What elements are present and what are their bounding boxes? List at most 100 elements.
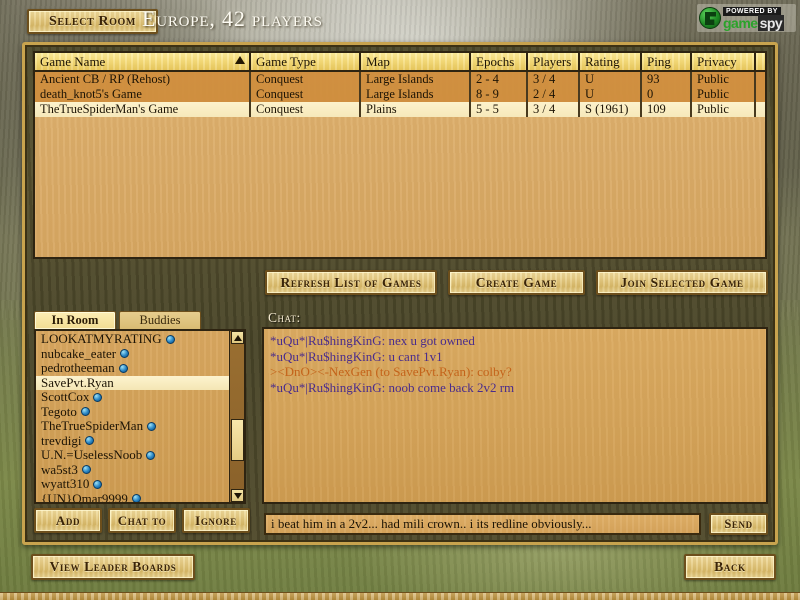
scrollbar-thumb[interactable] (231, 419, 244, 461)
cell-spacer (755, 71, 765, 87)
globe-icon (93, 479, 103, 489)
join-selected-game-button[interactable]: Join Selected Game (596, 270, 768, 295)
chat-to-button[interactable]: Chat to (108, 508, 176, 533)
cell-privacy: Public (691, 87, 756, 102)
chat-log[interactable]: *uQu*|Ru$hingKinG: nex u got owned *uQu*|… (262, 327, 768, 504)
column-label: Game Type (256, 53, 316, 69)
list-item[interactable]: {UN}Omar9999 (39, 490, 229, 504)
cell-ping: 109 (641, 102, 692, 117)
list-item[interactable]: TheTrueSpiderMan (39, 418, 229, 434)
column-header-epochs[interactable]: Epochs (470, 53, 528, 72)
player-panel-tabs: In Room Buddies (34, 311, 246, 329)
table-row[interactable]: Ancient CB / RP (Rehost) Conquest Large Is… (35, 71, 765, 87)
send-button[interactable]: Send (709, 513, 768, 535)
column-header-game-type[interactable]: Game Type (250, 53, 361, 72)
top-bar: Select Room Europe, 42 players POWERED B… (0, 0, 800, 40)
list-item[interactable]: wyatt310 (39, 476, 229, 492)
cell-rating: U (579, 71, 642, 87)
gamespy-brand-spy: spy (757, 14, 785, 31)
sort-ascending-icon (235, 56, 245, 64)
column-header-game-name[interactable]: Game Name (35, 53, 251, 72)
player-name: {UN}Omar9999 (41, 490, 128, 504)
column-header-ping[interactable]: Ping (641, 53, 692, 72)
select-room-button[interactable]: Select Room (27, 9, 158, 34)
game-list-body: Ancient CB / RP (Rehost) Conquest Large Is… (35, 71, 765, 117)
add-buddy-button[interactable]: Add (34, 508, 102, 533)
cell-map: Plains (360, 102, 471, 117)
game-lobby-screen: Select Room Europe, 42 players POWERED B… (0, 0, 800, 600)
create-game-button[interactable]: Create Game (448, 270, 585, 295)
cell-players: 2 / 4 (527, 87, 580, 102)
list-item[interactable]: SavePvt.Ryan (36, 375, 229, 390)
column-label: Epochs (476, 53, 515, 69)
chat-message: *uQu*|Ru$hingKinG: nex u got owned (270, 333, 475, 348)
globe-icon (147, 421, 157, 431)
gamespy-logo-text: POWERED BY game spy (723, 6, 785, 31)
globe-icon (80, 407, 90, 417)
cell-map: Large Islands (360, 87, 471, 102)
cell-privacy: Public (691, 102, 756, 117)
cell-players: 3 / 4 (527, 102, 580, 117)
table-row[interactable]: TheTrueSpiderMan's Game Conquest Plains 5 -… (35, 102, 765, 117)
gamespy-logo: POWERED BY game spy (697, 4, 796, 32)
scroll-up-arrow-icon[interactable] (231, 331, 244, 344)
list-item[interactable]: Tegoto (39, 404, 229, 420)
column-label: Privacy (697, 53, 737, 69)
game-list-header-row: Game Name Game Type Map Epochs Players R… (35, 53, 765, 72)
column-label: Players (533, 53, 572, 69)
cell-players: 3 / 4 (527, 71, 580, 87)
cell-game-name: Ancient CB / RP (Rehost) (35, 71, 251, 87)
column-header-players[interactable]: Players (527, 53, 580, 72)
table-row[interactable]: death_knot5's Game Conquest Large Islands 8… (35, 87, 765, 102)
view-leader-boards-button[interactable]: View Leader Boards (31, 554, 195, 580)
refresh-list-of-games-button[interactable]: Refresh List of Games (265, 270, 437, 295)
room-title: Europe, 42 players (142, 6, 323, 31)
list-item[interactable]: wa5st3 (39, 462, 229, 478)
globe-icon (120, 349, 130, 359)
tab-buddies[interactable]: Buddies (119, 311, 201, 329)
globe-icon (81, 465, 91, 475)
globe-icon (165, 334, 175, 344)
cell-game-type: Conquest (250, 71, 361, 87)
column-header-rating[interactable]: Rating (579, 53, 642, 72)
globe-icon (131, 494, 141, 502)
cell-game-type: Conquest (250, 87, 361, 102)
cell-game-name: death_knot5's Game (35, 87, 251, 102)
column-label: Rating (585, 53, 620, 69)
column-header-privacy[interactable]: Privacy (691, 53, 756, 72)
column-label: Game Name (40, 53, 106, 69)
cell-rating: S (1961) (579, 102, 642, 117)
footer-decorative-strip (0, 592, 800, 600)
globe-icon (118, 363, 128, 373)
cell-privacy: Public (691, 71, 756, 87)
back-button[interactable]: Back (684, 554, 776, 580)
player-list-panel[interactable]: LOOKATMYRATING nubcake_eater pedrotheeman S… (34, 329, 246, 504)
scroll-down-arrow-icon[interactable] (231, 489, 244, 502)
globe-icon (146, 450, 156, 460)
list-item[interactable]: LOOKATMYRATING (39, 331, 229, 347)
cell-epochs: 5 - 5 (470, 102, 528, 117)
chat-input[interactable] (264, 513, 701, 535)
cell-map: Large Islands (360, 71, 471, 87)
chat-message: ><DnO><-NexGen (to SavePvt.Ryan): colby? (270, 364, 512, 379)
player-list-scrollbar[interactable] (229, 331, 244, 502)
cell-spacer (755, 102, 765, 117)
list-item[interactable]: U.N.=UselessNoob (39, 447, 229, 463)
cell-ping: 93 (641, 71, 692, 87)
list-item[interactable]: nubcake_eater (39, 346, 229, 362)
ignore-player-button[interactable]: Ignore (182, 508, 250, 533)
column-header-map[interactable]: Map (360, 53, 471, 72)
game-list-panel[interactable]: Game Name Game Type Map Epochs Players R… (33, 51, 767, 259)
list-item[interactable]: trevdigi (39, 433, 229, 449)
cell-epochs: 8 - 9 (470, 87, 528, 102)
globe-icon (93, 392, 103, 402)
cell-rating: U (579, 87, 642, 102)
tab-in-room[interactable]: In Room (34, 311, 116, 329)
list-item[interactable]: ScottCox (39, 389, 229, 405)
cell-epochs: 2 - 4 (470, 71, 528, 87)
chat-message: *uQu*|Ru$hingKinG: u cant 1v1 (270, 348, 443, 364)
list-item[interactable]: pedrotheeman (39, 360, 229, 376)
column-label: Map (366, 53, 390, 69)
column-label: Ping (647, 53, 671, 69)
globe-icon (85, 436, 95, 446)
